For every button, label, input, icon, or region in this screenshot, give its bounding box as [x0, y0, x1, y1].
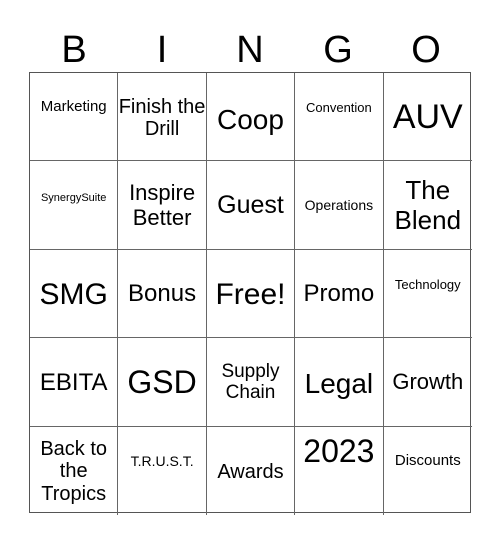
bingo-cell[interactable]: 2023 — [295, 426, 384, 515]
bingo-cell-text: SMG — [39, 277, 108, 311]
bingo-card: Marketing Finish the Drill Coop Convention A… — [29, 72, 472, 515]
bingo-cell-text: Supply Chain — [221, 360, 280, 403]
bingo-cell-text: Awards — [217, 460, 284, 483]
bingo-cell-text: Free! — [215, 277, 286, 311]
bingo-cell[interactable]: Coop — [206, 73, 296, 162]
bingo-cell[interactable]: GSD — [118, 338, 207, 427]
bingo-cell-text: GSD — [127, 364, 197, 401]
bingo-cell-text: Promo — [303, 280, 375, 308]
bingo-cell-text: SynergySuite — [40, 192, 107, 205]
bingo-cell-text: Legal — [304, 367, 374, 399]
bingo-cell-text: Guest — [217, 191, 284, 220]
bingo-cell-text: Coop — [217, 103, 284, 135]
bingo-cell[interactable]: Guest — [206, 161, 296, 250]
bingo-cell-text: 2023 — [303, 432, 375, 469]
bingo-cell[interactable]: SynergySuite — [30, 161, 119, 250]
bingo-cell[interactable]: The Blend — [383, 161, 472, 250]
bingo-cell[interactable]: Supply Chain — [206, 338, 296, 427]
bingo-cell[interactable]: Growth — [383, 338, 472, 427]
bingo-cell-text: T.R.U.S.T. — [130, 452, 194, 469]
bingo-cell[interactable]: Bonus — [118, 249, 207, 339]
bingo-cell[interactable]: Operations — [295, 161, 384, 250]
bingo-cell[interactable]: Discounts — [384, 427, 472, 515]
bingo-cell-text: Growth — [392, 368, 464, 394]
bingo-cell-text: Operations — [304, 197, 374, 214]
header-letter-b: B — [61, 29, 87, 71]
bingo-cell-text: The Blend — [394, 175, 462, 235]
bingo-cell[interactable]: Promo — [295, 249, 384, 339]
bingo-cell-text: Convention — [305, 99, 372, 115]
bingo-cell[interactable]: Back to the Tropics — [30, 426, 119, 515]
bingo-cell-text: Marketing — [40, 97, 107, 115]
bingo-cell-text: Finish the Drill — [118, 95, 206, 140]
header-letter-i: I — [156, 29, 168, 71]
bingo-cell-text: AUV — [392, 98, 463, 136]
bingo-cell[interactable]: Marketing — [30, 73, 119, 162]
header-letter-o: O — [411, 29, 441, 71]
header-letter-n: N — [236, 29, 264, 71]
bingo-cell[interactable]: EBITA — [30, 338, 119, 427]
bingo-cell-text: Back to the Tropics — [40, 438, 108, 505]
bingo-cell-text: Bonus — [128, 280, 197, 308]
bingo-cell-text: Discounts — [394, 452, 461, 470]
bingo-cell[interactable]: Legal — [295, 338, 384, 427]
header-letter-g: G — [323, 29, 353, 71]
bingo-cell[interactable]: Free! — [206, 249, 296, 339]
bingo-cell-text: EBITA — [39, 368, 108, 396]
bingo-cell[interactable]: T.R.U.S.T. — [118, 426, 207, 515]
bingo-cell-text: Inspire Better — [129, 179, 196, 230]
bingo-cell[interactable]: Inspire Better — [118, 161, 207, 250]
bingo-cell[interactable]: Technology — [383, 250, 472, 339]
bingo-cell[interactable]: SMG — [30, 249, 119, 339]
bingo-cell-text: Technology — [394, 277, 461, 293]
bingo-cell[interactable]: Convention — [295, 73, 384, 162]
bingo-cell[interactable]: Awards — [207, 426, 296, 515]
bingo-cell[interactable]: Finish the Drill — [118, 73, 207, 162]
bingo-cell[interactable]: AUV — [383, 73, 472, 162]
